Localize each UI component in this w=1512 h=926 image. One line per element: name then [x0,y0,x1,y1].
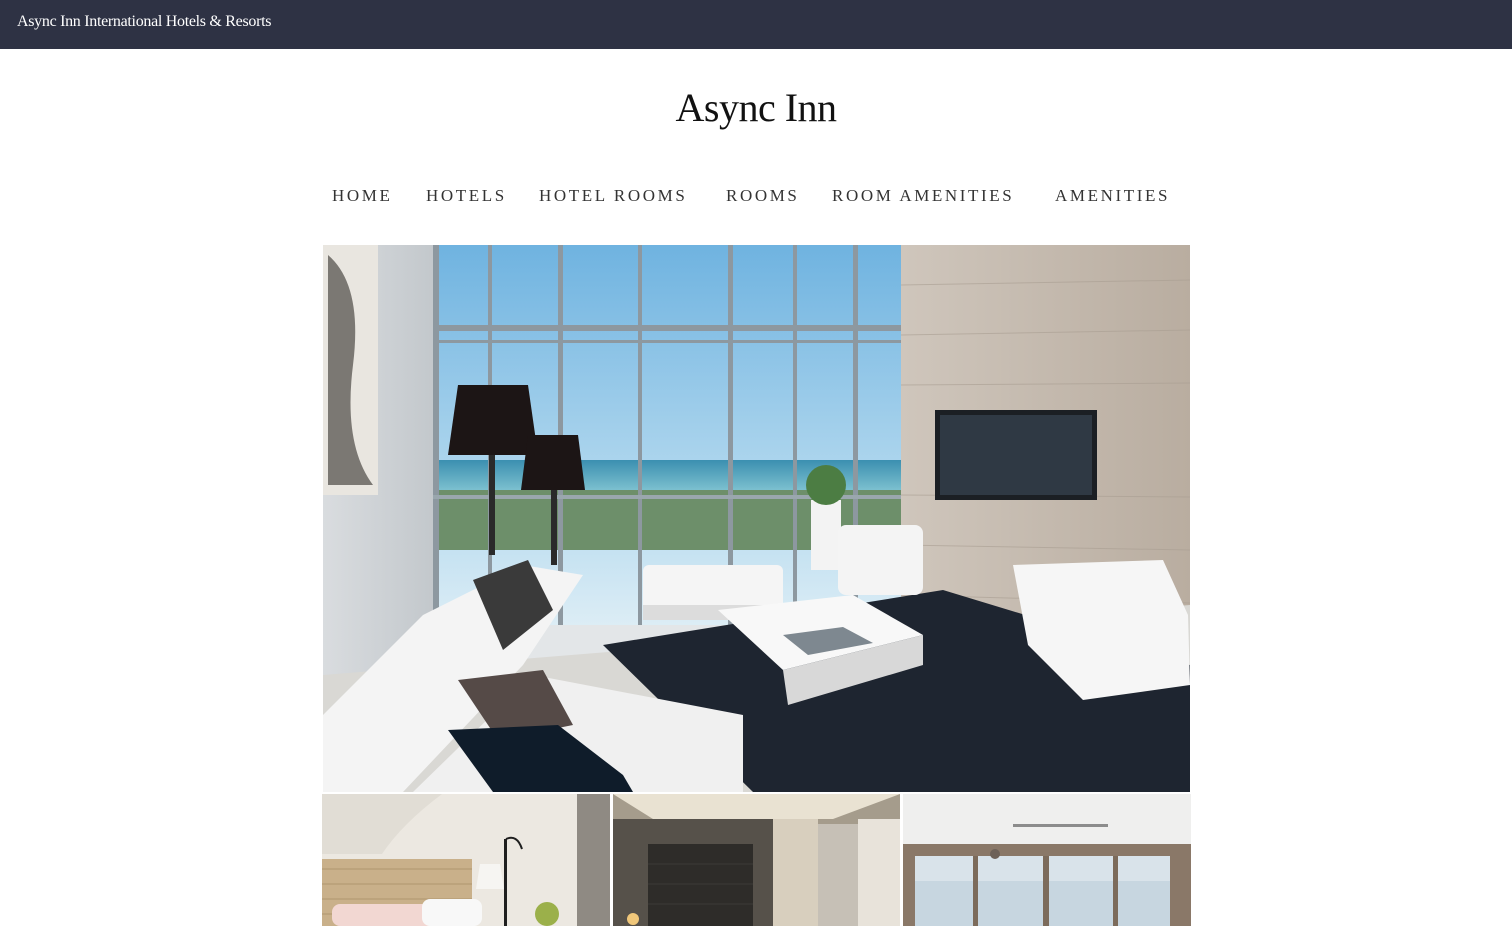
main-nav: HOME HOTELS HOTEL ROOMS ROOMS ROOM AMENI… [0,186,1512,208]
thumbnail-image[interactable] [322,794,610,926]
nav-item-room-amenities[interactable]: ROOM AMENITIES [832,186,1014,206]
top-bar: Async Inn International Hotels & Resorts [0,0,1512,49]
site-title: Async Inn [675,85,837,130]
nav-item-amenities[interactable]: AMENITIES [1055,186,1170,206]
nav-item-hotel-rooms[interactable]: HOTEL ROOMS [539,186,687,206]
nav-item-home[interactable]: HOME [332,186,392,206]
thumbnail-image[interactable] [613,794,900,926]
nav-item-hotels[interactable]: HOTELS [426,186,507,206]
hero-image [323,245,1190,792]
nav-item-rooms[interactable]: ROOMS [726,186,799,206]
thumbnail-image[interactable] [903,794,1191,926]
brand-link[interactable]: Async Inn International Hotels & Resorts [17,13,271,31]
